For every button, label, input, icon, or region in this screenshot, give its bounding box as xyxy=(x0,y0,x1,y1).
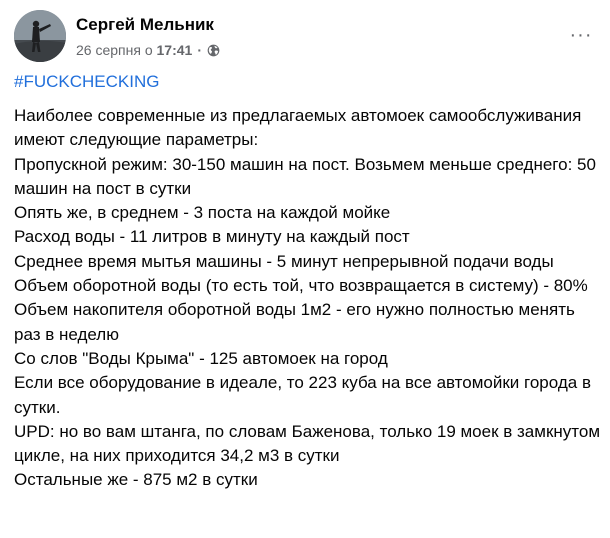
globe-icon[interactable] xyxy=(207,44,220,57)
more-options-icon: ··· xyxy=(569,24,593,46)
author-avatar[interactable] xyxy=(14,10,66,62)
facebook-post: Сергей Мельник 26 серпня о 17:41 · ··· #… xyxy=(0,0,610,538)
post-line: UPD: но во вам штанга, по словам Баженов… xyxy=(14,421,605,466)
post-line: Пропускной режим: 30-150 машин на пост. … xyxy=(14,154,601,198)
post-line: Объем оборотной воды (то есть той, что в… xyxy=(14,276,588,296)
post-line: Если все оборудование в идеале, то 223 к… xyxy=(14,373,596,417)
hashtag-link[interactable]: #FUCKCHECKING xyxy=(14,72,159,92)
avatar-photo xyxy=(14,10,66,62)
meta-separator: · xyxy=(197,42,202,58)
post-meta: 26 серпня о 17:41 · xyxy=(76,42,220,58)
post-date-text: 26 серпня о xyxy=(76,42,153,58)
post-time: 17:41 xyxy=(156,42,193,58)
post-line: Расход воды - 11 литров в минуту на кажд… xyxy=(14,227,410,247)
post-line: Среднее время мытья машины - 5 минут неп… xyxy=(14,251,554,271)
post-line: Опять же, в среднем - 3 поста на каждой … xyxy=(14,203,391,223)
post-body: Наиболее современные из предлагаемых авт… xyxy=(14,104,602,493)
post-header: Сергей Мельник 26 серпня о 17:41 · ··· xyxy=(14,10,596,62)
post-date[interactable]: 26 серпня о 17:41 xyxy=(76,42,192,58)
post-line: Со слов "Воды Крыма" - 125 автомоек на г… xyxy=(14,348,388,368)
more-options-button[interactable]: ··· xyxy=(566,24,596,46)
author-name[interactable]: Сергей Мельник xyxy=(76,15,214,35)
post-line: Объем накопителя оборотной воды 1м2 - ег… xyxy=(14,300,580,344)
post-line: Наиболее современные из предлагаемых авт… xyxy=(14,106,587,150)
post-line: Остальные же - 875 м2 в сутки xyxy=(14,470,258,490)
